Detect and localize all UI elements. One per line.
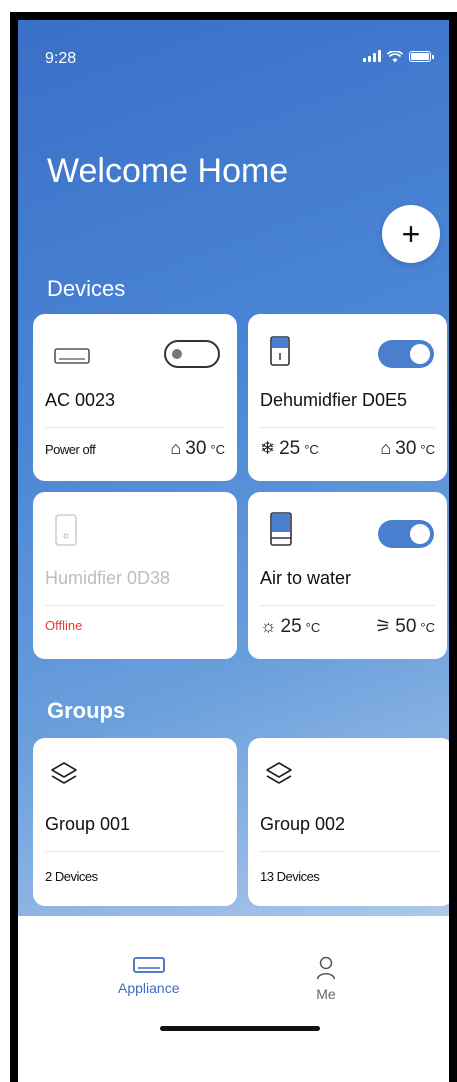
device-name: Air to water bbox=[260, 568, 352, 588]
indoor-temp: ⌂ 30 °C bbox=[380, 438, 435, 459]
groups-heading: Groups bbox=[47, 698, 126, 723]
group-name: Group 002 bbox=[260, 814, 346, 834]
tab-me-label: Me bbox=[316, 986, 336, 1002]
divider bbox=[45, 851, 225, 852]
shower-icon: ⚞ bbox=[375, 616, 392, 636]
phone-frame: 9:28 Welcome Home + Devices AC 0023 Powe… bbox=[10, 12, 457, 1082]
home-indicator[interactable] bbox=[160, 1026, 320, 1031]
appliance-icon bbox=[132, 957, 165, 973]
device-name: Dehumidfier D0E5 bbox=[260, 390, 408, 410]
device-card-air-to-water[interactable]: Air to water ☼ 25 °C ⚞ 50 °C bbox=[248, 492, 447, 659]
add-device-button[interactable]: + bbox=[382, 205, 440, 263]
power-status: Power off bbox=[45, 441, 96, 457]
divider bbox=[45, 427, 225, 428]
device-footer: ❄ 25 °C ⌂ 30 °C bbox=[260, 438, 435, 460]
group-footer: 13 Devices bbox=[260, 869, 441, 884]
device-name: AC 0023 bbox=[45, 390, 116, 410]
tab-me[interactable]: Me bbox=[316, 956, 336, 1002]
device-footer: ☼ 25 °C ⚞ 50 °C bbox=[260, 616, 435, 638]
device-name: Humidfier 0D38 bbox=[45, 568, 171, 588]
status-time: 9:28 bbox=[45, 50, 77, 67]
sun-icon: ☼ bbox=[260, 616, 277, 636]
device-footer: Power off ⌂ 30 °C bbox=[45, 438, 225, 460]
air-to-water-icon bbox=[270, 512, 292, 546]
page-title: Welcome Home bbox=[47, 152, 289, 190]
divider bbox=[45, 605, 225, 606]
home-screen: 9:28 Welcome Home + Devices AC 0023 Powe… bbox=[18, 20, 449, 1082]
devices-heading: Devices bbox=[47, 276, 126, 301]
water-temp: ⚞ 50 °C bbox=[375, 616, 435, 637]
device-card-ac[interactable]: AC 0023 Power off ⌂ 30 °C bbox=[33, 314, 237, 481]
person-icon bbox=[316, 956, 336, 980]
humidifier-icon bbox=[55, 514, 77, 546]
group-card-002[interactable]: Group 002 13 Devices bbox=[248, 738, 449, 906]
divider bbox=[260, 605, 435, 606]
divider bbox=[260, 851, 441, 852]
device-card-humidifier[interactable]: Humidfier 0D38 Offline bbox=[33, 492, 237, 659]
indoor-temp: ⌂ 30 °C bbox=[170, 438, 225, 459]
tab-appliance[interactable]: Appliance bbox=[118, 956, 180, 996]
outdoor-temp: ☼ 25 °C bbox=[260, 616, 321, 637]
ac-power-toggle[interactable] bbox=[164, 340, 220, 368]
group-name: Group 001 bbox=[45, 814, 131, 834]
home-icon: ⌂ bbox=[380, 438, 392, 458]
wifi-icon bbox=[386, 50, 404, 63]
home-icon: ⌂ bbox=[170, 438, 182, 458]
device-card-dehumidifier[interactable]: Dehumidfier D0E5 ❄ 25 °C ⌂ 30 °C bbox=[248, 314, 447, 481]
battery-icon bbox=[409, 51, 434, 62]
device-count: 2 Devices bbox=[45, 869, 98, 884]
air-to-water-power-toggle[interactable] bbox=[378, 520, 434, 548]
dehumidifier-icon bbox=[270, 336, 290, 366]
divider bbox=[260, 427, 435, 428]
offline-status: Offline bbox=[45, 618, 83, 633]
layers-icon bbox=[266, 762, 292, 784]
status-icons bbox=[363, 50, 434, 63]
ac-icon bbox=[54, 348, 90, 364]
dehumidifier-power-toggle[interactable] bbox=[378, 340, 434, 368]
layers-icon bbox=[51, 762, 77, 784]
group-footer: 2 Devices bbox=[45, 869, 225, 884]
signal-icon bbox=[363, 50, 381, 62]
device-footer: Offline bbox=[45, 618, 225, 633]
group-card-001[interactable]: Group 001 2 Devices bbox=[33, 738, 237, 906]
snowflake-icon: ❄ bbox=[260, 438, 276, 458]
tab-appliance-label: Appliance bbox=[118, 980, 180, 996]
set-temp: ❄ 25 °C bbox=[260, 438, 319, 459]
device-count: 13 Devices bbox=[260, 869, 320, 884]
bottom-tab-bar: Appliance Me bbox=[18, 916, 449, 1082]
